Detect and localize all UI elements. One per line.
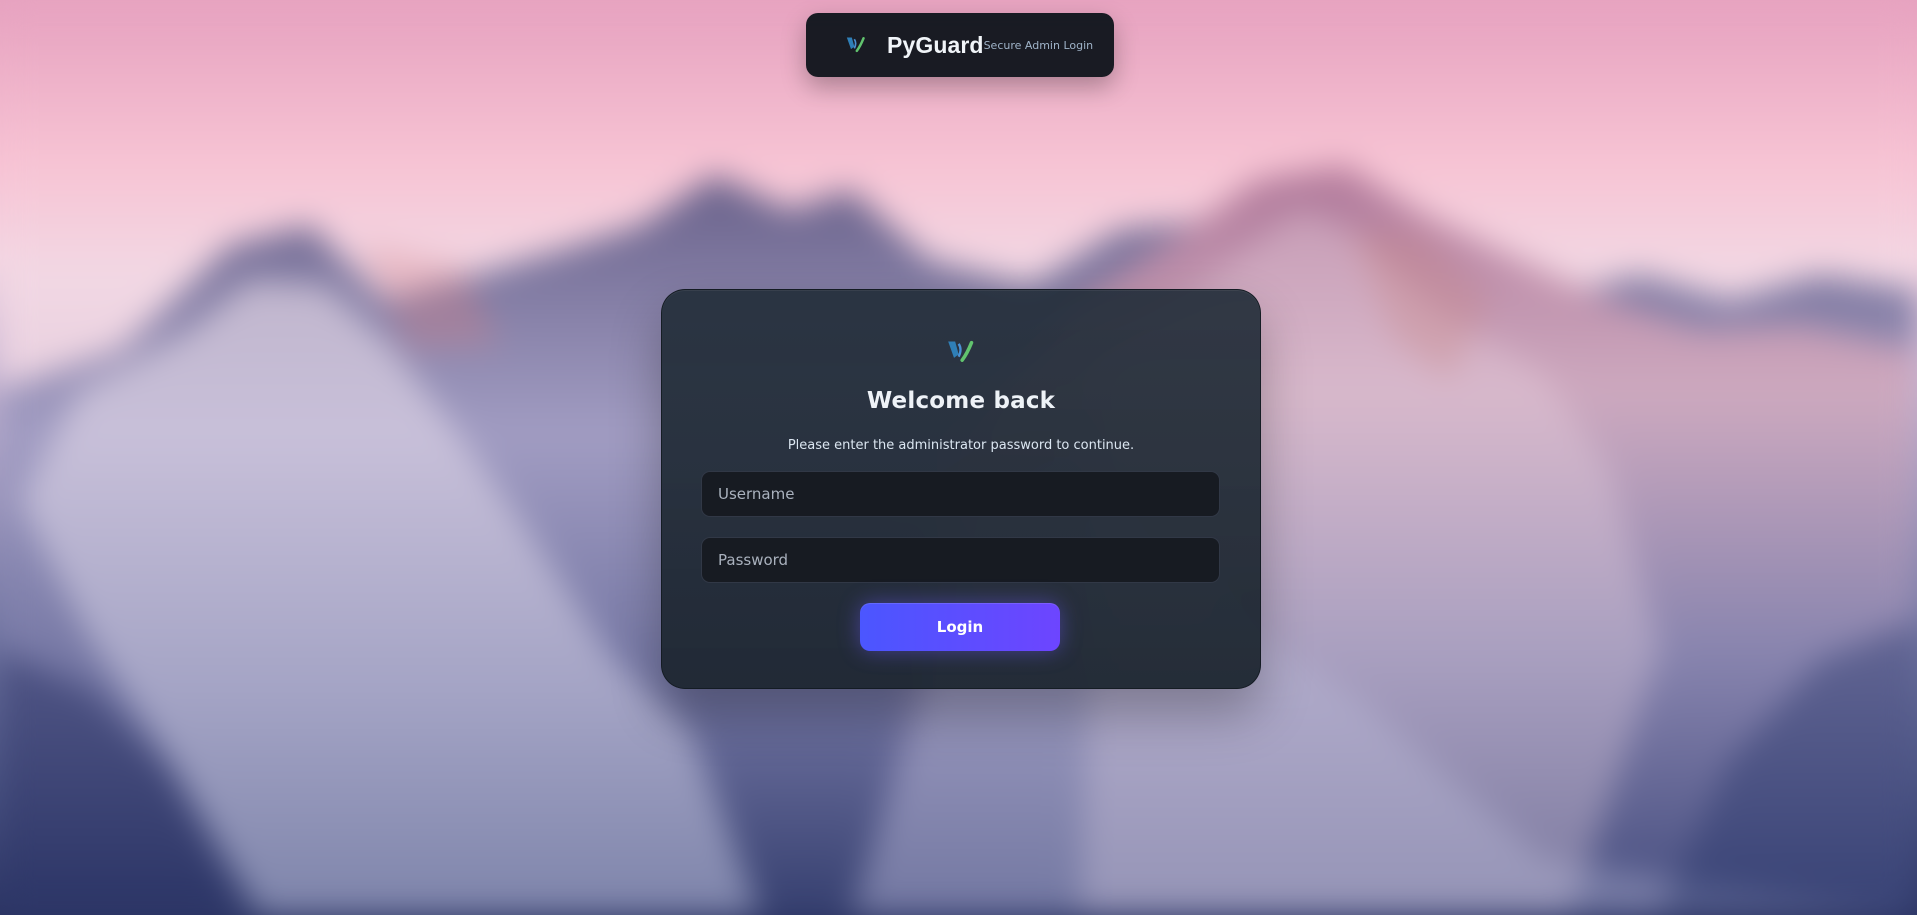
login-title: Welcome back	[866, 388, 1056, 414]
brand-header: PyGuard Secure Admin Login	[806, 13, 1114, 77]
login-card: Welcome back Please enter the administra…	[661, 289, 1261, 689]
username-input[interactable]	[701, 471, 1220, 517]
header-subtitle: Secure Admin Login	[983, 38, 1094, 52]
brand-name: PyGuard	[887, 31, 984, 58]
login-instructions: Please enter the administrator password …	[787, 438, 1135, 453]
password-input[interactable]	[701, 537, 1220, 583]
login-button[interactable]: Login	[860, 603, 1060, 651]
pyguard-logo-icon	[846, 37, 865, 53]
pyguard-card-logo-icon	[948, 340, 974, 362]
